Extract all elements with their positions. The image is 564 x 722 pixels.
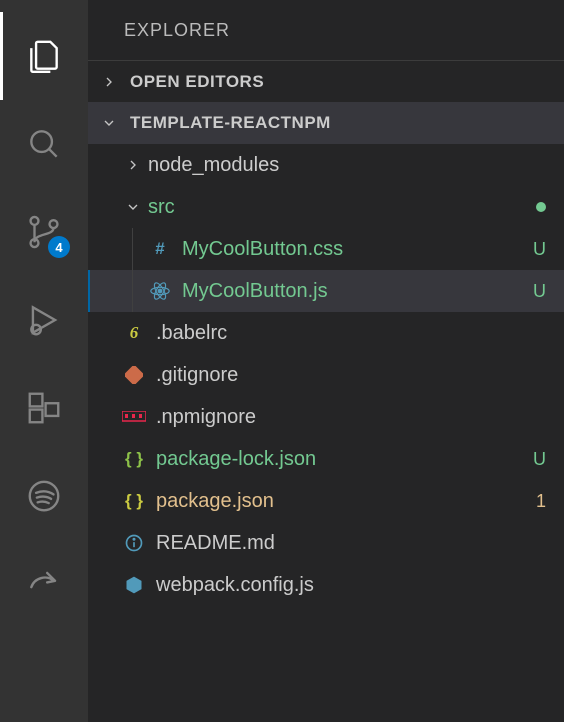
file-webpack-config[interactable]: webpack.config.js bbox=[88, 564, 564, 606]
extensions-icon bbox=[25, 389, 63, 427]
activity-explorer[interactable] bbox=[0, 12, 88, 100]
file-label: README.md bbox=[156, 532, 546, 555]
file-label: MyCoolButton.js bbox=[182, 280, 523, 303]
activity-bar: 4 bbox=[0, 0, 88, 722]
chevron-down-icon bbox=[98, 112, 120, 134]
section-label: OPEN EDITORS bbox=[130, 72, 264, 92]
file-mycoolbutton-js[interactable]: MyCoolButton.js U bbox=[88, 270, 564, 312]
section-project[interactable]: TEMPLATE-REACTNPM bbox=[88, 102, 564, 144]
file-label: webpack.config.js bbox=[156, 574, 546, 597]
folder-label: src bbox=[148, 196, 536, 219]
panel-title: EXPLORER bbox=[88, 0, 564, 60]
folder-label: node_modules bbox=[148, 154, 546, 177]
react-icon bbox=[148, 279, 172, 303]
folder-src[interactable]: src bbox=[88, 186, 564, 228]
webpack-icon bbox=[122, 573, 146, 597]
activity-debug[interactable] bbox=[0, 276, 88, 364]
npm-icon bbox=[122, 405, 146, 429]
file-label: MyCoolButton.css bbox=[182, 238, 523, 261]
play-bug-icon bbox=[25, 301, 63, 339]
git-icon bbox=[122, 363, 146, 387]
file-babelrc[interactable]: 6 .babelrc bbox=[88, 312, 564, 354]
file-tree: node_modules src # MyCoolButton.css U My… bbox=[88, 144, 564, 722]
indent-guide bbox=[132, 270, 133, 312]
file-package-lock[interactable]: { } package-lock.json U bbox=[88, 438, 564, 480]
activity-live-share[interactable] bbox=[0, 540, 88, 628]
file-readme[interactable]: README.md bbox=[88, 522, 564, 564]
files-icon bbox=[25, 37, 63, 75]
activity-search[interactable] bbox=[0, 100, 88, 188]
spotify-icon bbox=[25, 477, 63, 515]
css-icon: # bbox=[148, 237, 172, 261]
search-icon bbox=[25, 125, 63, 163]
explorer-sidebar: EXPLORER OPEN EDITORS TEMPLATE-REACTNPM … bbox=[88, 0, 564, 722]
scm-badge: 4 bbox=[48, 236, 70, 258]
chevron-right-icon bbox=[122, 154, 144, 176]
file-mycoolbutton-css[interactable]: # MyCoolButton.css U bbox=[88, 228, 564, 270]
file-label: package-lock.json bbox=[156, 448, 523, 471]
file-package-json[interactable]: { } package.json 1 bbox=[88, 480, 564, 522]
json-icon: { } bbox=[122, 489, 146, 513]
share-icon bbox=[25, 565, 63, 603]
chevron-down-icon bbox=[122, 196, 144, 218]
section-label: TEMPLATE-REACTNPM bbox=[130, 113, 331, 133]
git-status-untracked: U bbox=[533, 239, 546, 260]
file-label: .gitignore bbox=[156, 364, 546, 387]
file-npmignore[interactable]: .npmignore bbox=[88, 396, 564, 438]
git-status-dot bbox=[536, 202, 546, 212]
json-icon: { } bbox=[122, 447, 146, 471]
activity-spotify[interactable] bbox=[0, 452, 88, 540]
info-icon bbox=[122, 531, 146, 555]
git-status-modified: 1 bbox=[536, 491, 546, 512]
file-gitignore[interactable]: .gitignore bbox=[88, 354, 564, 396]
file-label: .babelrc bbox=[156, 322, 546, 345]
section-open-editors[interactable]: OPEN EDITORS bbox=[88, 60, 564, 102]
file-label: package.json bbox=[156, 490, 526, 513]
chevron-right-icon bbox=[98, 71, 120, 93]
git-status-untracked: U bbox=[533, 281, 546, 302]
git-status-untracked: U bbox=[533, 449, 546, 470]
file-label: .npmignore bbox=[156, 406, 546, 429]
activity-source-control[interactable]: 4 bbox=[0, 188, 88, 276]
activity-extensions[interactable] bbox=[0, 364, 88, 452]
babel-icon: 6 bbox=[122, 321, 146, 345]
folder-node-modules[interactable]: node_modules bbox=[88, 144, 564, 186]
indent-guide bbox=[132, 228, 133, 270]
